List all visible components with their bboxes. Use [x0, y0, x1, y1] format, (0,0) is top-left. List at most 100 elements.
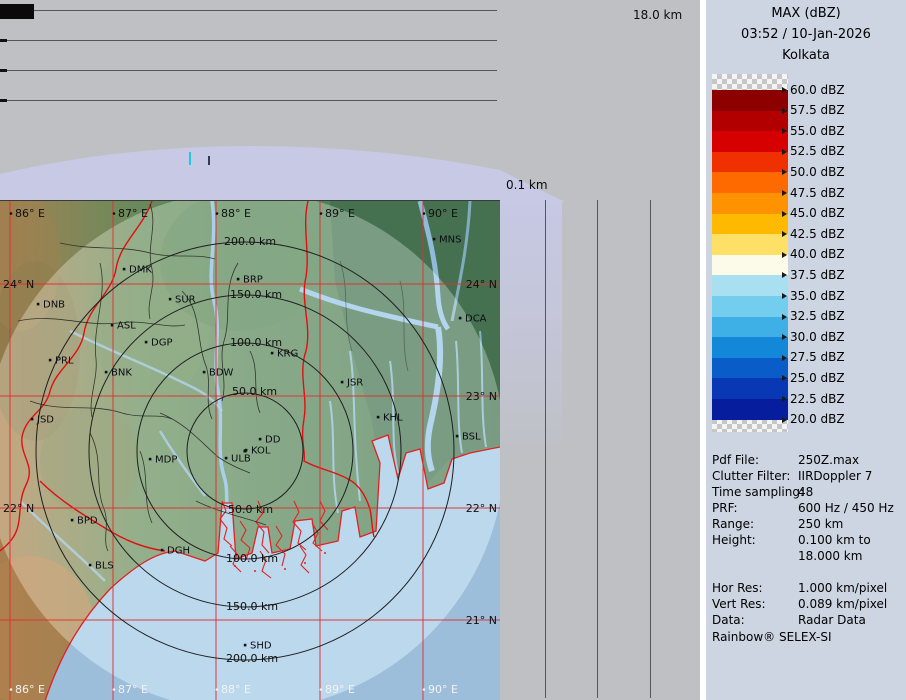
legend-entry-label: 40.0 dBZ [790, 248, 845, 261]
axis-tick [0, 39, 7, 42]
legend-entry: 55.0 dBZ [782, 125, 845, 138]
coverage-dome [0, 140, 710, 205]
station-dot [89, 564, 92, 567]
product-datetime: 03:52 / 10-Jan-2026 [706, 27, 906, 42]
legend-marker-icon [782, 252, 787, 258]
range-ring-label: 150.0 km [226, 600, 278, 613]
station-dot [149, 458, 152, 461]
legend-entry-label: 25.0 dBZ [790, 372, 845, 385]
info-value: 48 [798, 484, 904, 500]
info-value: 250Z.max [798, 452, 904, 468]
station-dot [245, 449, 248, 452]
legend-entry: 32.5 dBZ [782, 310, 845, 323]
legend-entry: 45.0 dBZ [782, 207, 845, 220]
legend-marker-icon [782, 211, 787, 217]
legend-entry-label: 20.0 dBZ [790, 413, 845, 426]
info-value: IIRDoppler 7 [798, 468, 904, 484]
height-scale-top-label: 18.0 km [633, 8, 682, 22]
info-value: Radar Data [798, 612, 904, 628]
station-label: KRG [277, 349, 298, 360]
longitude-label: 90° E [428, 683, 458, 696]
legend-marker-icon [782, 293, 787, 299]
legend-marker-icon [782, 169, 787, 175]
legend-marker-icon [782, 108, 787, 114]
legend-panel: MAX (dBZ) 03:52 / 10-Jan-2026 Kolkata 60… [706, 0, 906, 700]
info-value: 600 Hz / 450 Hz [798, 500, 904, 516]
latitude-label: 22° N [466, 502, 497, 515]
station-dot [433, 238, 436, 241]
latitude-label: 21° N [466, 614, 497, 627]
corner-marker [0, 4, 34, 19]
info-label: Time sampling: [712, 484, 798, 500]
radar-map[interactable]: 86° E86° E87° E87° E88° E88° E89° E89° E… [0, 200, 500, 700]
station-label: PRL [55, 356, 74, 367]
label-dot [113, 212, 116, 215]
latitude-label: 23° N [466, 390, 497, 403]
info-value: 0.100 km to [798, 532, 904, 548]
station-dot [31, 418, 34, 421]
legend-marker-icon [782, 190, 787, 196]
station-dot [244, 644, 247, 647]
legend-entry: 60.0 dBZ [782, 84, 845, 97]
legend-entry-label: 57.5 dBZ [790, 104, 845, 117]
legend-entry-label: 32.5 dBZ [790, 310, 845, 323]
station-label: ASL [117, 321, 136, 332]
height-gridline-vertical [545, 200, 546, 698]
station-dot [456, 435, 459, 438]
info-value [798, 564, 904, 580]
station-dot [71, 519, 74, 522]
station-dot [123, 268, 126, 271]
range-ring-label: 200.0 km [224, 235, 276, 248]
info-value: 250 km [798, 516, 904, 532]
legend-entry: 20.0 dBZ [782, 413, 845, 426]
legend-entry: 52.5 dBZ [782, 145, 845, 158]
info-row: Clutter Filter:IIRDoppler 7 [712, 468, 904, 484]
legend-entry-label: 55.0 dBZ [790, 125, 845, 138]
label-dot [423, 688, 426, 691]
label-dot [320, 688, 323, 691]
legend-marker-icon [782, 272, 787, 278]
axis-tick [0, 69, 7, 72]
station-label: KHL [383, 413, 403, 424]
label-dot [320, 212, 323, 215]
longitude-label: 89° E [325, 683, 355, 696]
legend-color-band [712, 234, 788, 255]
axis-tick [0, 99, 7, 102]
range-ring-label: 200.0 km [226, 652, 278, 665]
legend-color-band [712, 193, 788, 214]
legend-entry: 30.0 dBZ [782, 331, 845, 344]
longitude-label: 87° E [118, 207, 148, 220]
station-dot [145, 341, 148, 344]
legend-entry-label: 47.5 dBZ [790, 187, 845, 200]
legend-entry-label: 52.5 dBZ [790, 145, 845, 158]
longitude-label: 88° E [221, 683, 251, 696]
station-label: BSL [462, 432, 481, 443]
info-value: 0.089 km/pixel [798, 596, 904, 612]
legend-color-band [712, 275, 788, 296]
station-dot [105, 371, 108, 374]
colorbar [712, 74, 788, 432]
info-label: Vert Res: [712, 596, 798, 612]
legend-entry: 42.5 dBZ [782, 228, 845, 241]
station-dot [49, 359, 52, 362]
legend-entry-label: 37.5 dBZ [790, 269, 845, 282]
station-dot [271, 352, 274, 355]
label-dot [10, 688, 13, 691]
legend-entry-label: 30.0 dBZ [790, 331, 845, 344]
station-dot [259, 438, 262, 441]
station-label: BRP [243, 275, 263, 286]
info-label [712, 548, 798, 564]
legend-color-band [712, 378, 788, 399]
range-ring-label: 50.0 km [228, 503, 273, 516]
product-title: MAX (dBZ) [706, 6, 906, 21]
info-label: Range: [712, 516, 798, 532]
station-label: DD [265, 435, 281, 446]
longitude-label: 86° E [15, 683, 45, 696]
range-ring-label: 150.0 km [230, 288, 282, 301]
legend-color-band [712, 90, 788, 111]
info-value: 1.000 km/pixel [798, 580, 904, 596]
legend-entry: 22.5 dBZ [782, 393, 845, 406]
legend-marker-icon [782, 396, 787, 402]
station-dot [37, 303, 40, 306]
station-label: DGH [167, 546, 190, 557]
